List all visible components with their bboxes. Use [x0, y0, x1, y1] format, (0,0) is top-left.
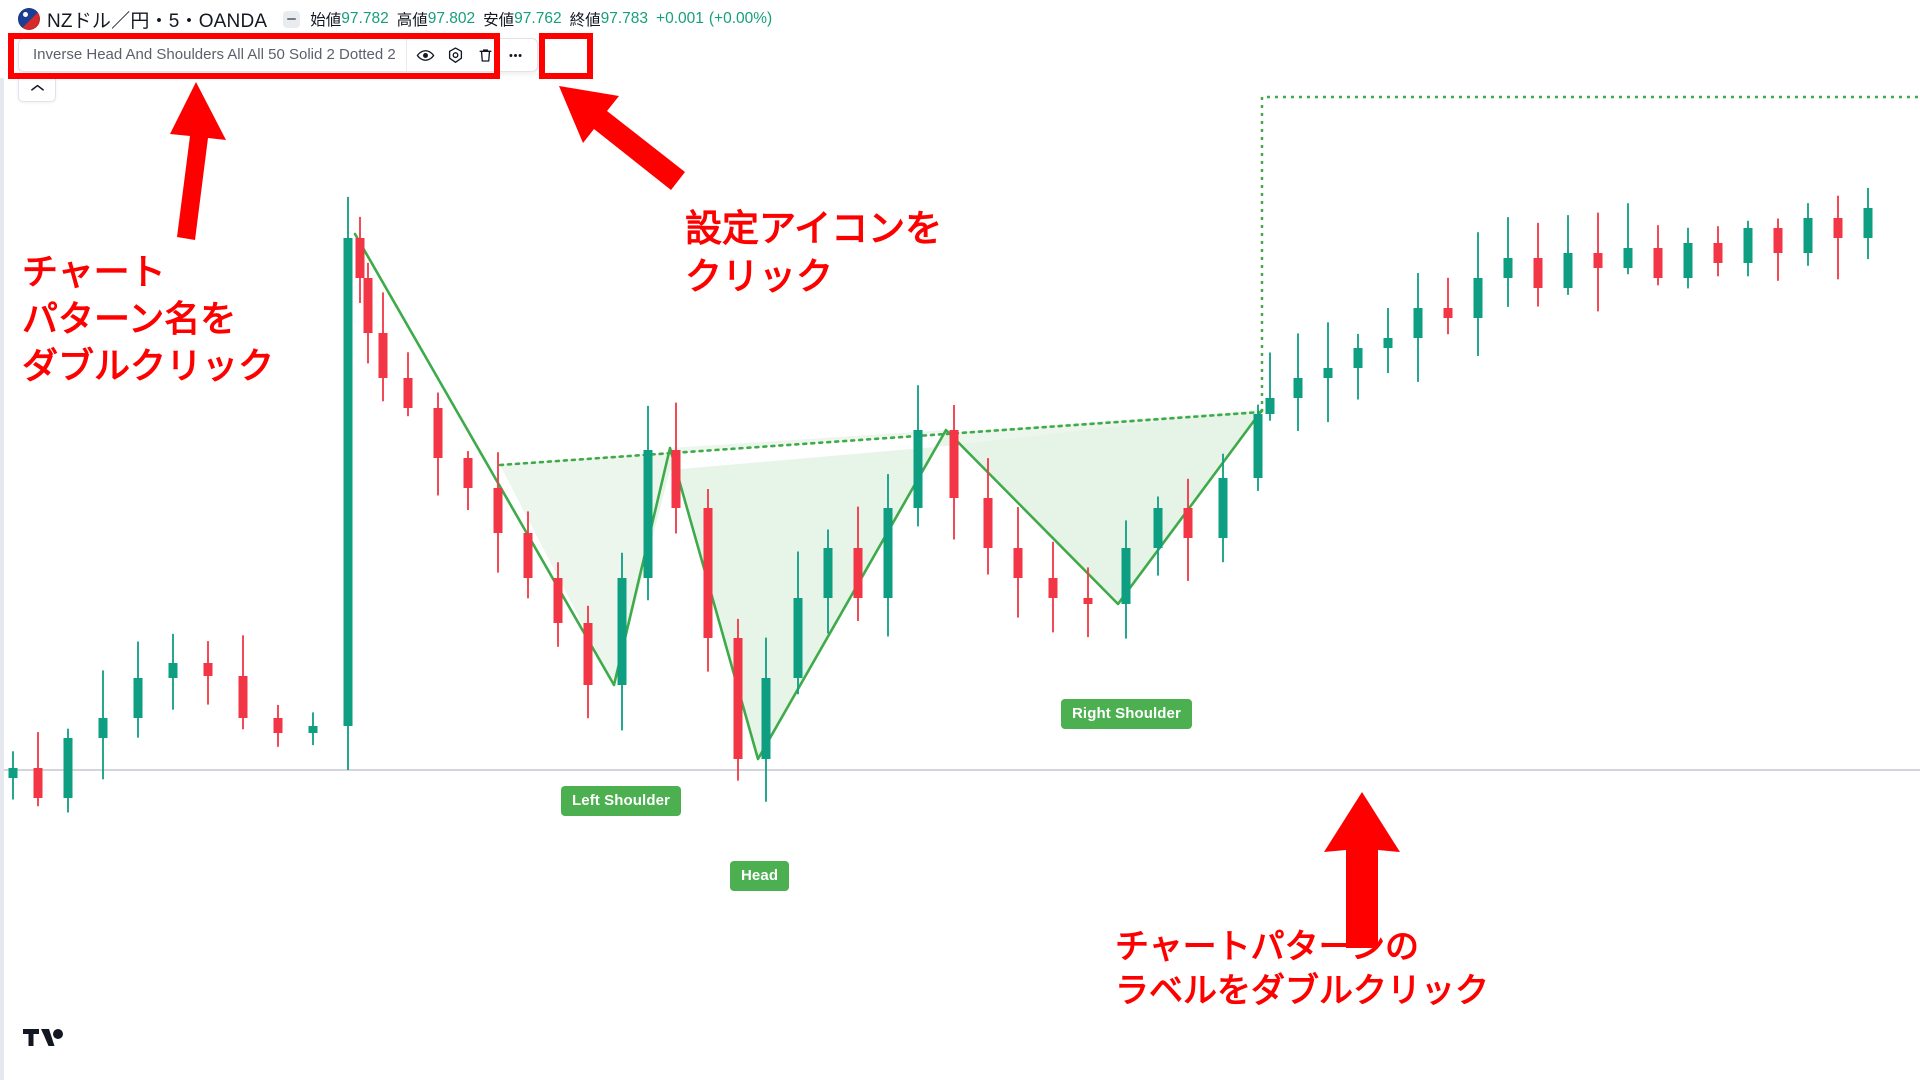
chevron-up-icon: [30, 84, 44, 91]
symbol-header: NZドル／円・5・OANDA 始値 97.782 高値 97.802 安値 97.76…: [0, 0, 1920, 38]
candle-body: [1803, 218, 1813, 253]
delete-icon[interactable]: [471, 40, 501, 70]
candle-body: [433, 408, 443, 458]
candle-body: [553, 578, 563, 623]
candle-body: [703, 508, 713, 638]
candle-body: [883, 508, 893, 598]
highlight-box-settings-icon: [539, 33, 593, 79]
candle-body: [761, 678, 771, 759]
candle-body: [1121, 548, 1131, 604]
candle-body: [63, 738, 73, 798]
candle-body: [1323, 368, 1333, 378]
arrow-to-settings-icon: [559, 86, 685, 190]
candle-body: [1743, 228, 1753, 263]
candle-body: [493, 488, 503, 533]
annotation-left-text: チャート パターン名を ダブルクリック: [22, 252, 275, 387]
nz-flag-icon: [18, 8, 40, 30]
visibility-eye-icon[interactable]: [411, 40, 441, 70]
candle-body: [1563, 253, 1573, 288]
candle-body: [378, 333, 388, 378]
candle-body: [463, 458, 473, 488]
candle-body: [1623, 248, 1633, 268]
candle-body: [1593, 253, 1603, 268]
candle-body: [617, 578, 627, 685]
candle-body: [355, 238, 365, 278]
candle-body: [403, 378, 413, 408]
candle-body: [1153, 508, 1163, 548]
candle-body: [1863, 208, 1873, 238]
candle-body: [8, 768, 18, 778]
candle-body: [1293, 378, 1303, 398]
candle-body: [1773, 228, 1783, 253]
candlestick-chart: [0, 95, 1920, 813]
candle-body: [33, 768, 43, 798]
pattern-name-field[interactable]: Inverse Head And Shoulders All All 50 So…: [25, 39, 407, 71]
candle-body: [1253, 414, 1263, 478]
symbol-title[interactable]: NZドル／円・5・OANDA: [47, 6, 267, 33]
candle-body: [913, 430, 923, 508]
candle-body: [823, 548, 833, 598]
candle-body: [1413, 308, 1423, 338]
candle-body: [1833, 218, 1843, 238]
candle-body: [1353, 348, 1363, 368]
ohlc-open-label: 始値: [310, 12, 342, 29]
settings-icon[interactable]: [441, 40, 471, 70]
minus-chip-icon[interactable]: [283, 10, 301, 28]
ohlc-readout: 始値 97.782 高値 97.802 安値 97.762 終値 97.783 +0.0…: [310, 8, 772, 30]
left-gutter-line: [0, 78, 4, 1080]
candle-body: [949, 430, 959, 498]
candle-body: [853, 548, 863, 598]
ohlc-high-label: 高値: [396, 12, 428, 29]
candle-body: [1218, 478, 1228, 538]
label-right-shoulder[interactable]: Right Shoulder: [1061, 699, 1192, 729]
candle-body: [733, 638, 743, 759]
ohlc-low-value: 97.762: [514, 10, 562, 27]
candle-body: [583, 623, 593, 685]
candle-body: [523, 533, 533, 578]
candle-body: [1713, 243, 1723, 263]
annotation-right-text: チャートパターンの ラベルをダブルクリック: [1115, 927, 1489, 1012]
candle-body: [168, 663, 178, 678]
candle-body: [671, 450, 681, 508]
label-left-shoulder[interactable]: Left Shoulder: [561, 786, 681, 816]
candle-body: [363, 278, 373, 333]
tradingview-logo: [23, 1029, 63, 1046]
candle-body: [98, 718, 108, 738]
candle-body: [1013, 548, 1023, 578]
change-percent: (+0.00%): [708, 10, 773, 27]
annotation-middle-text: 設定アイコンを クリック: [685, 207, 943, 299]
label-head[interactable]: Head: [730, 861, 790, 891]
candle-body: [1533, 258, 1543, 288]
ohlc-low-label: 安値: [483, 12, 515, 29]
candle-body: [238, 676, 248, 718]
candle-body: [1653, 248, 1663, 278]
candle-body: [1265, 398, 1275, 414]
change-value: +0.001: [656, 10, 704, 27]
candle-body: [273, 718, 283, 733]
candle-body: [1383, 338, 1393, 348]
candle-body: [308, 726, 318, 733]
ohlc-close-label: 終値: [569, 12, 601, 29]
candle-body: [793, 598, 803, 678]
chart-canvas[interactable]: Left Shoulder Head Right Shoulder: [0, 78, 1920, 1080]
ohlc-close-value: 97.783: [600, 10, 649, 27]
arrow-to-pattern-name: [170, 82, 226, 240]
candle-body: [133, 678, 143, 718]
candle-body: [983, 498, 993, 548]
collapse-toolbar-button[interactable]: [18, 74, 56, 102]
ohlc-open-value: 97.782: [341, 10, 389, 27]
candle-body: [1683, 243, 1693, 278]
candle-body: [343, 238, 353, 726]
candle-body: [203, 663, 213, 676]
candle-body: [1083, 598, 1093, 604]
candle-body: [1503, 258, 1513, 278]
candle-body: [643, 450, 653, 578]
candle-body: [1048, 578, 1058, 598]
candle-body: [1183, 508, 1193, 538]
candle-body: [1443, 308, 1453, 318]
drawing-toolbar: Inverse Head And Shoulders All All 50 So…: [18, 38, 538, 72]
ohlc-high-value: 97.802: [427, 10, 476, 27]
candle-body: [1473, 278, 1483, 318]
more-options-icon[interactable]: [501, 40, 531, 70]
